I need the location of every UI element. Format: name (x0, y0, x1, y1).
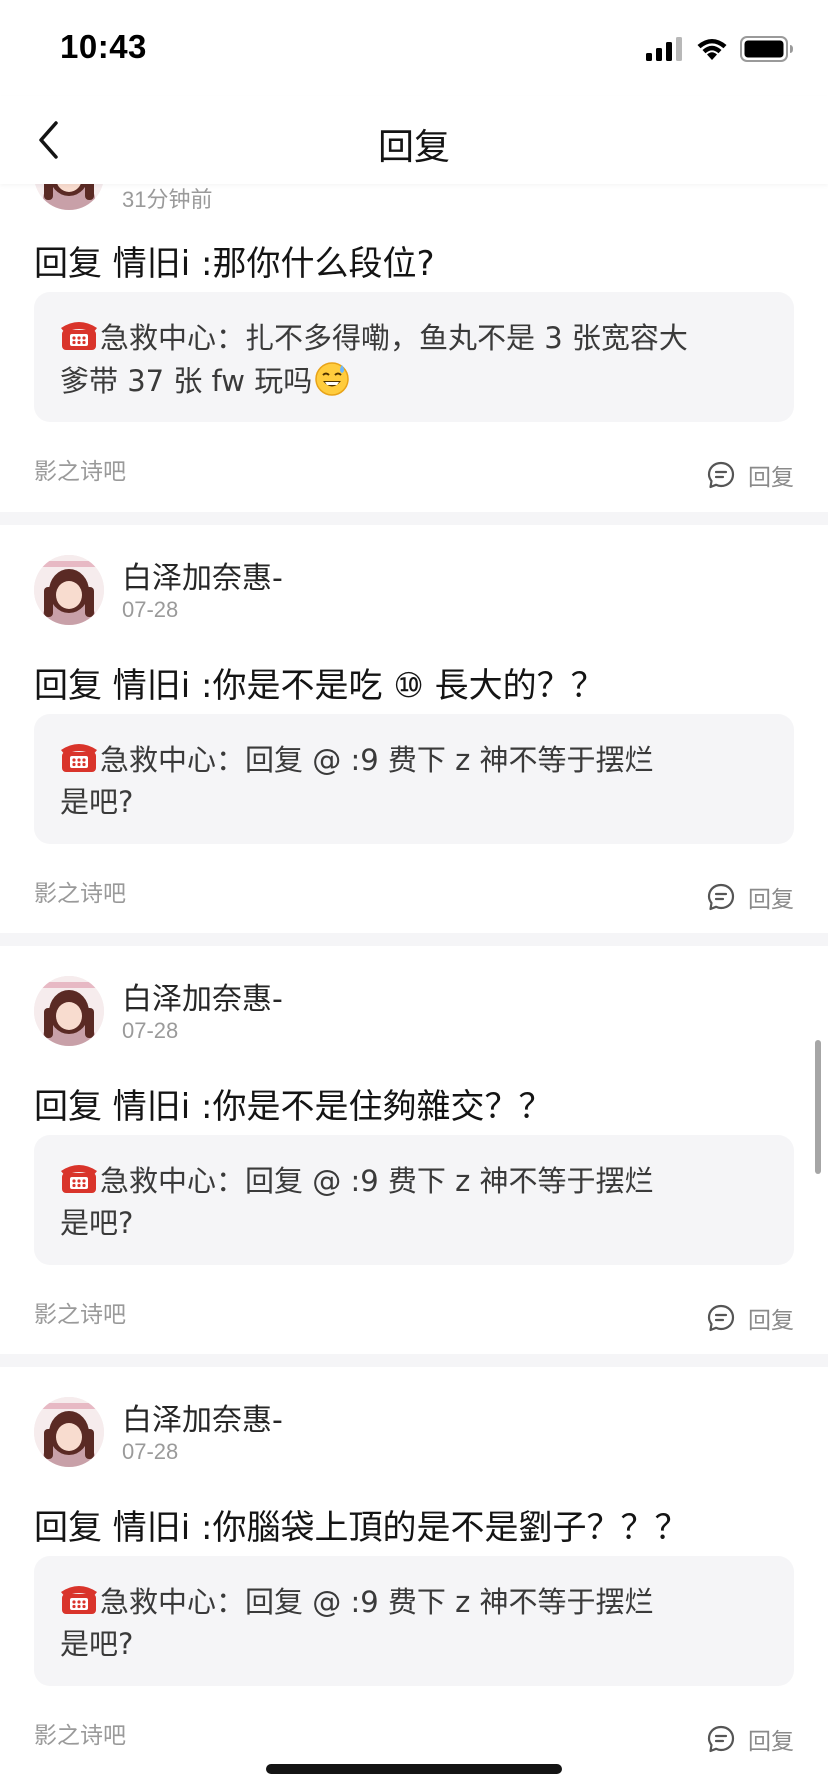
quoted-post[interactable]: 急救中心：回复 @ :9 费下 z 神不等于摆烂是吧? (34, 714, 794, 844)
reply-text[interactable]: 回复 情旧i :你是不是住夠雜交？？ (34, 1079, 794, 1128)
quote-author: 急救中心： (100, 1164, 246, 1198)
timestamp: 07-28 (122, 597, 179, 622)
telephone-emoji-icon (60, 740, 98, 783)
comment-bubble-icon (707, 1725, 735, 1753)
quote-body: 扎不多得嘞，鱼丸不是 3 张宽容大 (245, 321, 688, 355)
quoted-post[interactable]: 急救中心：扎不多得嘞，鱼丸不是 3 张宽容大爹带 37 张 fw 玩吗 (34, 292, 794, 422)
wifi-icon (697, 39, 727, 60)
quote-body: 回复 @ :9 费下 z 神不等于摆烂 (245, 1585, 654, 1619)
avatar[interactable] (34, 976, 104, 1046)
battery-icon (740, 36, 793, 62)
quote-text: 急救中心：回复 @ :9 费下 z 神不等于摆烂是吧? (60, 1161, 766, 1242)
quote-body: 回复 @ :9 费下 z 神不等于摆烂 (245, 1164, 654, 1198)
reply-button-label: 回复 (748, 1729, 794, 1755)
reply-card: 白泽加奈惠- 07-28 回复 情旧i :你腦袋上頂的是不是劉子？？？ 急救中心… (0, 1367, 828, 1792)
home-indicator[interactable] (266, 1764, 562, 1774)
nav-bar: 回复 (0, 96, 828, 184)
quote-author: 急救中心： (100, 743, 246, 777)
quote-text: 急救中心：回复 @ :9 费下 z 神不等于摆烂是吧? (60, 740, 766, 821)
reply-card: 白泽加奈惠- 07-28 回复 情旧i :你是不是吃 ⑩ 長大的？？ 急救中心：… (0, 525, 828, 933)
username[interactable]: 白泽加奈惠- (122, 974, 283, 1018)
quote-author: 急救中心： (100, 1585, 246, 1619)
avatar[interactable] (34, 555, 104, 625)
reply-button-label: 回复 (748, 465, 794, 491)
page-title: 回复 (377, 127, 450, 168)
reply-text[interactable]: 回复 情旧i :你是不是吃 ⑩ 長大的？？ (34, 658, 794, 707)
cellular-signal-icon (646, 37, 682, 61)
quote-text: 急救中心：回复 @ :9 费下 z 神不等于摆烂是吧? (60, 1582, 766, 1663)
quote-body: 回复 @ :9 费下 z 神不等于摆烂 (245, 743, 654, 777)
username[interactable]: 白泽加奈惠- (122, 1395, 283, 1439)
quoted-post[interactable]: 急救中心：回复 @ :9 费下 z 神不等于摆烂是吧? (34, 1135, 794, 1265)
timestamp: 07-28 (122, 1439, 179, 1464)
forum-name[interactable]: 影之诗吧 (34, 452, 126, 486)
reply-button-label: 回复 (748, 887, 794, 913)
telephone-emoji-icon (60, 1161, 98, 1204)
status-bar: 10:43 (0, 0, 828, 96)
timestamp: 31分钟前 (122, 187, 213, 212)
comment-bubble-icon (707, 461, 735, 489)
forum-name[interactable]: 影之诗吧 (34, 1716, 126, 1750)
quote-author: 急救中心： (100, 321, 246, 355)
timestamp: 07-28 (122, 1018, 179, 1043)
status-icons (646, 36, 794, 62)
reply-text[interactable]: 回复 情旧i :你腦袋上頂的是不是劉子？？？ (34, 1500, 794, 1549)
reply-button[interactable]: 回复 (706, 1301, 794, 1335)
quote-body-cont: 爹带 37 张 fw 玩吗 (60, 364, 313, 398)
quote-body-cont: 是吧? (60, 785, 134, 819)
avatar[interactable] (34, 1397, 104, 1467)
quote-body-cont: 是吧? (60, 1206, 134, 1240)
reply-button[interactable]: 回复 (706, 458, 794, 492)
telephone-emoji-icon (60, 318, 98, 361)
forum-name[interactable]: 影之诗吧 (34, 874, 126, 908)
reply-text[interactable]: 回复 情旧i :那你什么段位? (34, 236, 794, 285)
reply-button[interactable]: 回复 (706, 1722, 794, 1756)
quoted-post[interactable]: 急救中心：回复 @ :9 费下 z 神不等于摆烂是吧? (34, 1556, 794, 1686)
comment-bubble-icon (707, 883, 735, 911)
comment-bubble-icon (707, 1304, 735, 1332)
status-time: 10:43 (60, 28, 147, 65)
telephone-emoji-icon (60, 1582, 98, 1625)
forum-name[interactable]: 影之诗吧 (34, 1295, 126, 1329)
reply-card: 白泽加奈惠- 07-28 回复 情旧i :你是不是住夠雜交？？ 急救中心：回复 … (0, 946, 828, 1354)
screen: 31分钟前 回复 情旧i :那你什么段位? 急救中心：扎不多得嘞，鱼丸不是 3 … (0, 0, 828, 1792)
quote-text: 急救中心：扎不多得嘞，鱼丸不是 3 张宽容大爹带 37 张 fw 玩吗 (60, 318, 766, 406)
quote-body-cont: 是吧? (60, 1627, 134, 1661)
username[interactable]: 白泽加奈惠- (122, 553, 283, 597)
sweat-smile-emoji-icon (314, 361, 350, 406)
reply-button-label: 回复 (748, 1308, 794, 1334)
reply-button[interactable]: 回复 (706, 880, 794, 914)
scrollbar[interactable] (815, 1040, 821, 1174)
